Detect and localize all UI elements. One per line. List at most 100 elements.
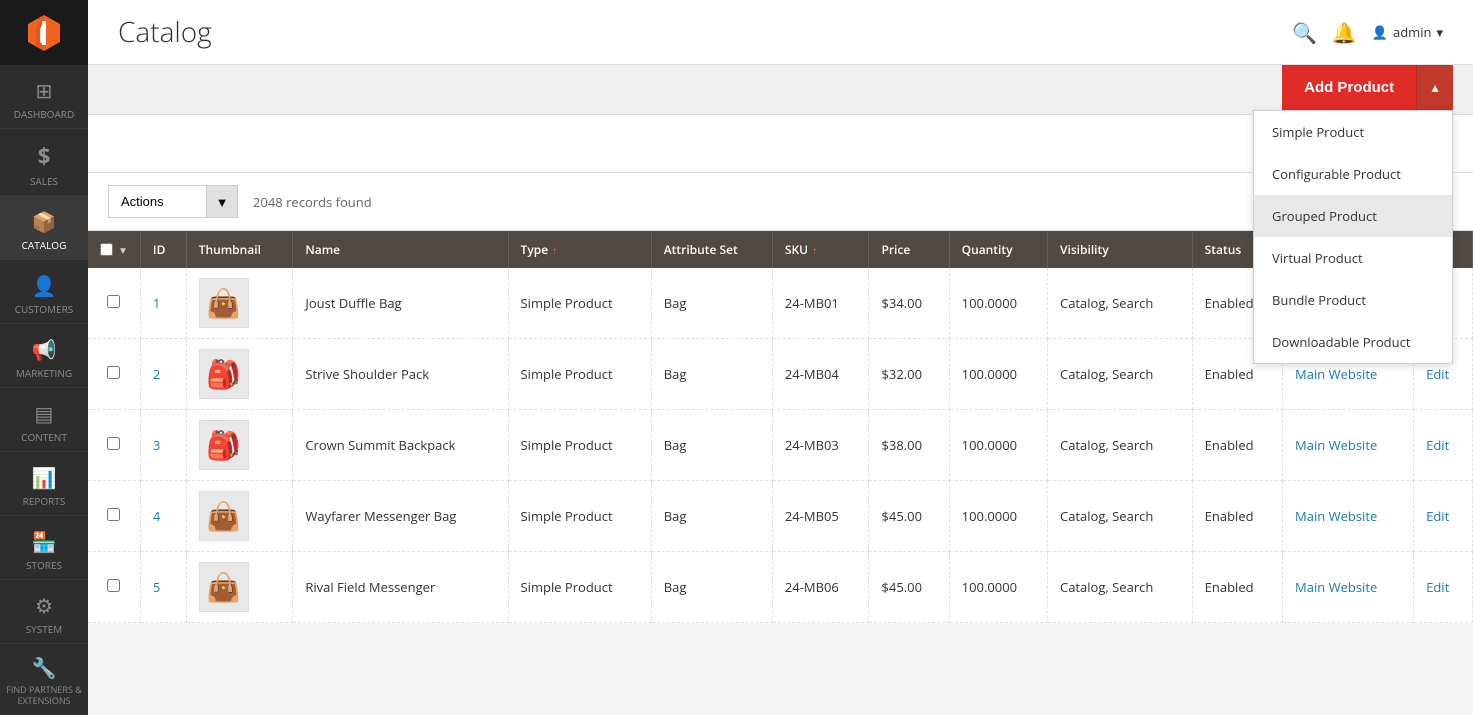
sidebar: ⊞ DASHBOARD $ SALES 📦 CATALOG 👤 CUSTOMER… <box>0 0 88 715</box>
row-name: Joust Duffle Bag <box>293 268 508 339</box>
row-id: 5 <box>140 552 186 623</box>
select-all-dropdown-icon[interactable]: ▼ <box>118 243 128 257</box>
product-thumbnail: 👜 <box>199 278 249 328</box>
edit-link[interactable]: Edit <box>1426 578 1449 596</box>
th-sku[interactable]: SKU ↑ <box>772 231 869 268</box>
row-checkbox[interactable] <box>107 366 120 379</box>
row-type: Simple Product <box>508 339 651 410</box>
row-checkbox[interactable] <box>107 508 120 521</box>
product-thumbnail: 👜 <box>199 491 249 541</box>
sidebar-item-stores[interactable]: 🏪 STORES <box>0 516 88 580</box>
sidebar-item-partners[interactable]: 🔧 FIND PARTNERS & EXTENSIONS <box>0 644 88 715</box>
row-checkbox-cell <box>88 268 140 339</box>
row-quantity: 100.0000 <box>949 268 1047 339</box>
reports-icon: 📊 <box>32 464 57 491</box>
stores-icon: 🏪 <box>32 528 57 555</box>
row-attribute-set: Bag <box>651 410 772 481</box>
row-visibility: Catalog, Search <box>1048 268 1193 339</box>
website-link[interactable]: Main Website <box>1295 507 1377 525</box>
row-thumbnail: 👜 <box>186 552 293 623</box>
row-checkbox[interactable] <box>107 437 120 450</box>
sidebar-item-content[interactable]: ▤ CONTENT <box>0 388 88 452</box>
row-status: Enabled <box>1192 552 1282 623</box>
row-id: 1 <box>140 268 186 339</box>
add-product-downloadable[interactable]: Downloadable Product <box>1254 321 1452 363</box>
th-attribute-set: Attribute Set <box>651 231 772 268</box>
page-title: Catalog <box>118 13 212 51</box>
row-checkbox-cell <box>88 339 140 410</box>
sidebar-item-label: MARKETING <box>16 367 72 379</box>
add-product-button[interactable]: Add Product <box>1282 65 1416 110</box>
table-row: 5 👜 Rival Field Messenger Simple Product… <box>88 552 1473 623</box>
customers-icon: 👤 <box>32 272 57 299</box>
row-status: Enabled <box>1192 410 1282 481</box>
row-edit: Edit <box>1414 410 1473 481</box>
notifications-icon[interactable]: 🔔 <box>1332 19 1357 46</box>
row-type: Simple Product <box>508 410 651 481</box>
th-thumbnail: Thumbnail <box>186 231 293 268</box>
add-product-container: Add Product ▲ Simple Product Configurabl… <box>1282 65 1453 110</box>
add-product-simple[interactable]: Simple Product <box>1254 111 1452 153</box>
row-visibility: Catalog, Search <box>1048 410 1193 481</box>
row-sku: 24-MB04 <box>772 339 869 410</box>
sidebar-item-label: DASHBOARD <box>14 108 74 120</box>
records-count: 2048 records found <box>253 193 372 211</box>
sku-sort-icon: ↑ <box>812 243 817 257</box>
sidebar-item-label: STORES <box>26 559 62 571</box>
add-product-toggle-button[interactable]: ▲ <box>1416 65 1453 110</box>
th-name: Name <box>293 231 508 268</box>
admin-user-menu[interactable]: 👤 admin ▾ <box>1372 23 1443 41</box>
edit-link[interactable]: Edit <box>1426 507 1449 525</box>
row-checkbox[interactable] <box>107 295 120 308</box>
row-checkbox[interactable] <box>107 579 120 592</box>
row-quantity: 100.0000 <box>949 481 1047 552</box>
row-visibility: Catalog, Search <box>1048 339 1193 410</box>
edit-link[interactable]: Edit <box>1426 365 1449 383</box>
sidebar-item-system[interactable]: ⚙ SYSTEM <box>0 580 88 644</box>
sidebar-item-dashboard[interactable]: ⊞ DASHBOARD <box>0 65 88 129</box>
row-checkbox-cell <box>88 552 140 623</box>
row-sku: 24-MB05 <box>772 481 869 552</box>
add-product-configurable[interactable]: Configurable Product <box>1254 153 1452 195</box>
row-price: $38.00 <box>869 410 949 481</box>
add-product-button-group: Add Product ▲ <box>1282 65 1453 110</box>
row-thumbnail: 🎒 <box>186 339 293 410</box>
admin-dropdown-icon: ▾ <box>1436 23 1443 41</box>
catalog-icon: 📦 <box>32 208 57 235</box>
sidebar-item-label: CONTENT <box>21 431 67 443</box>
sidebar-item-customers[interactable]: 👤 CUSTOMERS <box>0 260 88 324</box>
row-attribute-set: Bag <box>651 339 772 410</box>
th-select: ▼ <box>88 231 140 268</box>
sidebar-item-marketing[interactable]: 📢 MARKETING <box>0 324 88 388</box>
sidebar-item-sales[interactable]: $ SALES <box>0 129 88 196</box>
row-sku: 24-MB06 <box>772 552 869 623</box>
search-icon[interactable]: 🔍 <box>1292 19 1317 46</box>
row-checkbox-cell <box>88 481 140 552</box>
th-type[interactable]: Type ↑ <box>508 231 651 268</box>
row-checkbox-cell <box>88 410 140 481</box>
website-link[interactable]: Main Website <box>1295 365 1377 383</box>
sidebar-item-reports[interactable]: 📊 REPORTS <box>0 452 88 516</box>
edit-link[interactable]: Edit <box>1426 436 1449 454</box>
row-name: Rival Field Messenger <box>293 552 508 623</box>
row-thumbnail: 👜 <box>186 481 293 552</box>
sidebar-item-catalog[interactable]: 📦 CATALOG <box>0 196 88 260</box>
website-link[interactable]: Main Website <box>1295 578 1377 596</box>
add-product-bundle[interactable]: Bundle Product <box>1254 279 1452 321</box>
row-attribute-set: Bag <box>651 552 772 623</box>
actions-select-wrapper: Actions ▼ <box>108 185 238 218</box>
product-thumbnail: 🎒 <box>199 349 249 399</box>
row-type: Simple Product <box>508 268 651 339</box>
actions-select[interactable]: Actions <box>108 185 238 218</box>
product-thumbnail: 🎒 <box>199 420 249 470</box>
select-all-checkbox[interactable] <box>100 243 113 256</box>
add-product-virtual[interactable]: Virtual Product <box>1254 237 1452 279</box>
add-product-grouped[interactable]: Grouped Product <box>1254 195 1452 237</box>
dashboard-icon: ⊞ <box>36 77 53 104</box>
website-link[interactable]: Main Website <box>1295 436 1377 454</box>
admin-label: admin <box>1393 23 1431 41</box>
row-visibility: Catalog, Search <box>1048 481 1193 552</box>
row-visibility: Catalog, Search <box>1048 552 1193 623</box>
admin-avatar-icon: 👤 <box>1372 23 1388 41</box>
row-type: Simple Product <box>508 552 651 623</box>
